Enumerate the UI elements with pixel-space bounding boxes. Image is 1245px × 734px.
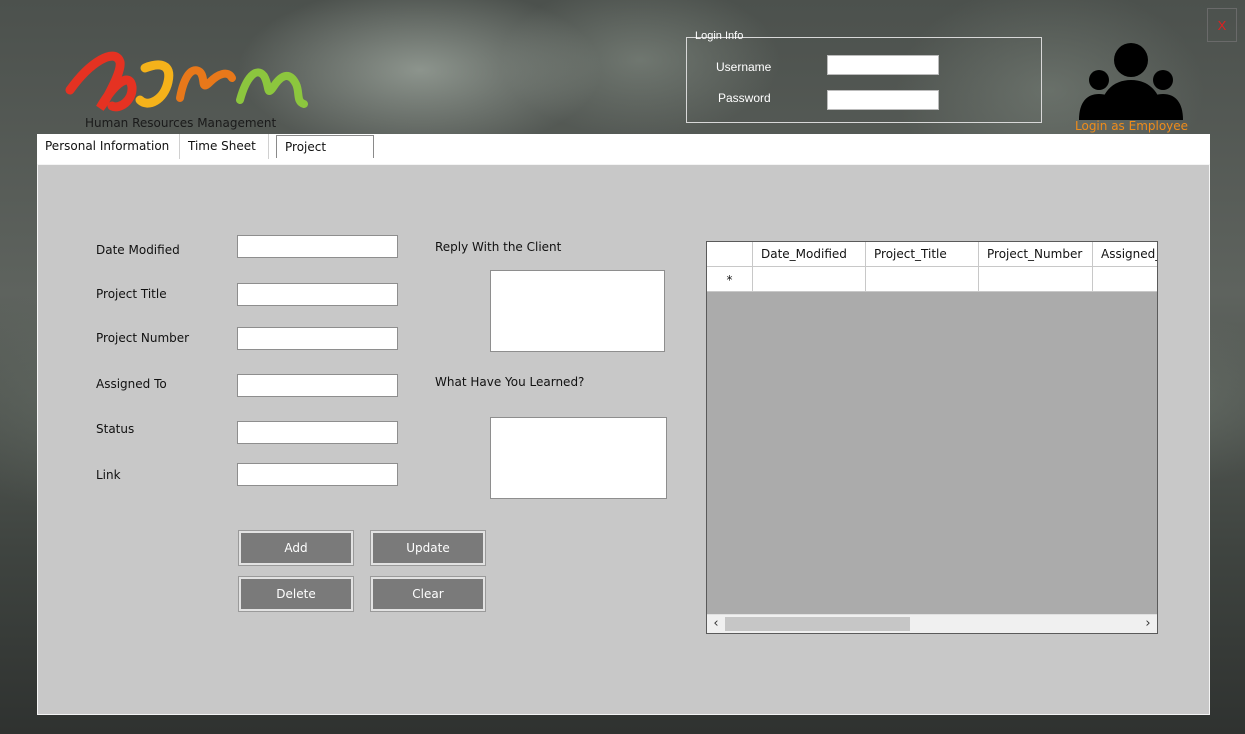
grid-column-header[interactable]: Project_Number <box>979 242 1093 267</box>
password-input[interactable] <box>827 90 939 110</box>
project-report-grid[interactable]: Date_Modified Project_Title Project_Numb… <box>706 241 1158 634</box>
clear-button[interactable]: Clear <box>370 576 486 612</box>
username-label: Username <box>716 60 772 74</box>
grid-cell[interactable] <box>866 267 979 292</box>
what-learned-label: What Have You Learned? <box>435 375 585 389</box>
login-info-group: Login Info Username Password <box>686 30 1042 123</box>
grid-cell[interactable] <box>753 267 866 292</box>
hrm-logo <box>65 51 308 112</box>
date-modified-label: Date Modified <box>96 243 180 257</box>
users-icon[interactable] <box>1075 40 1187 120</box>
username-input[interactable] <box>827 55 939 75</box>
status-label: Status <box>96 422 135 436</box>
tab-time-sheet[interactable]: Time Sheet <box>180 134 269 159</box>
date-modified-input[interactable] <box>237 235 398 258</box>
assigned-to-label: Assigned To <box>96 377 167 391</box>
password-label: Password <box>718 91 771 105</box>
scroll-thumb[interactable] <box>725 617 910 631</box>
login-info-legend: Login Info <box>695 30 744 42</box>
assigned-to-input[interactable] <box>237 374 398 397</box>
grid-column-header[interactable]: Assigned_ <box>1093 242 1157 267</box>
tab-personal-information[interactable]: Personal Information <box>37 134 180 159</box>
delete-button[interactable]: Delete <box>238 576 354 612</box>
grid-cell[interactable] <box>1093 267 1157 292</box>
project-number-input[interactable] <box>237 327 398 350</box>
logo-caption: Human Resources Management <box>85 116 277 130</box>
reply-with-client-label: Reply With the Client <box>435 240 562 254</box>
tab-strip: Personal Information Time Sheet Project … <box>37 134 1210 176</box>
project-title-label: Project Title <box>96 287 167 301</box>
what-learned-textarea[interactable] <box>490 417 667 499</box>
grid-horizontal-scrollbar[interactable]: ‹ › <box>707 614 1157 633</box>
tab-project-report[interactable]: Project Report <box>276 135 374 176</box>
update-button[interactable]: Update <box>370 530 486 566</box>
new-row-marker: * <box>707 267 753 292</box>
project-number-label: Project Number <box>96 331 190 345</box>
status-input[interactable] <box>237 421 398 444</box>
reply-with-client-textarea[interactable] <box>490 270 665 352</box>
grid-column-header[interactable]: Project_Title <box>866 242 979 267</box>
grid-corner-cell[interactable] <box>707 242 753 267</box>
close-button[interactable]: X <box>1207 8 1237 42</box>
grid-cell[interactable] <box>979 267 1093 292</box>
project-title-input[interactable] <box>237 283 398 306</box>
link-input[interactable] <box>237 463 398 486</box>
link-label: Link <box>96 468 121 482</box>
scroll-left-icon[interactable]: ‹ <box>707 615 725 633</box>
add-button[interactable]: Add <box>238 530 354 566</box>
grid-column-header[interactable]: Date_Modified <box>753 242 866 267</box>
login-as-employee-link[interactable]: Login as Employee <box>1075 119 1188 133</box>
grid-new-row[interactable]: * <box>707 267 1157 292</box>
grid-header: Date_Modified Project_Title Project_Numb… <box>707 242 1157 267</box>
scroll-right-icon[interactable]: › <box>1139 615 1157 633</box>
